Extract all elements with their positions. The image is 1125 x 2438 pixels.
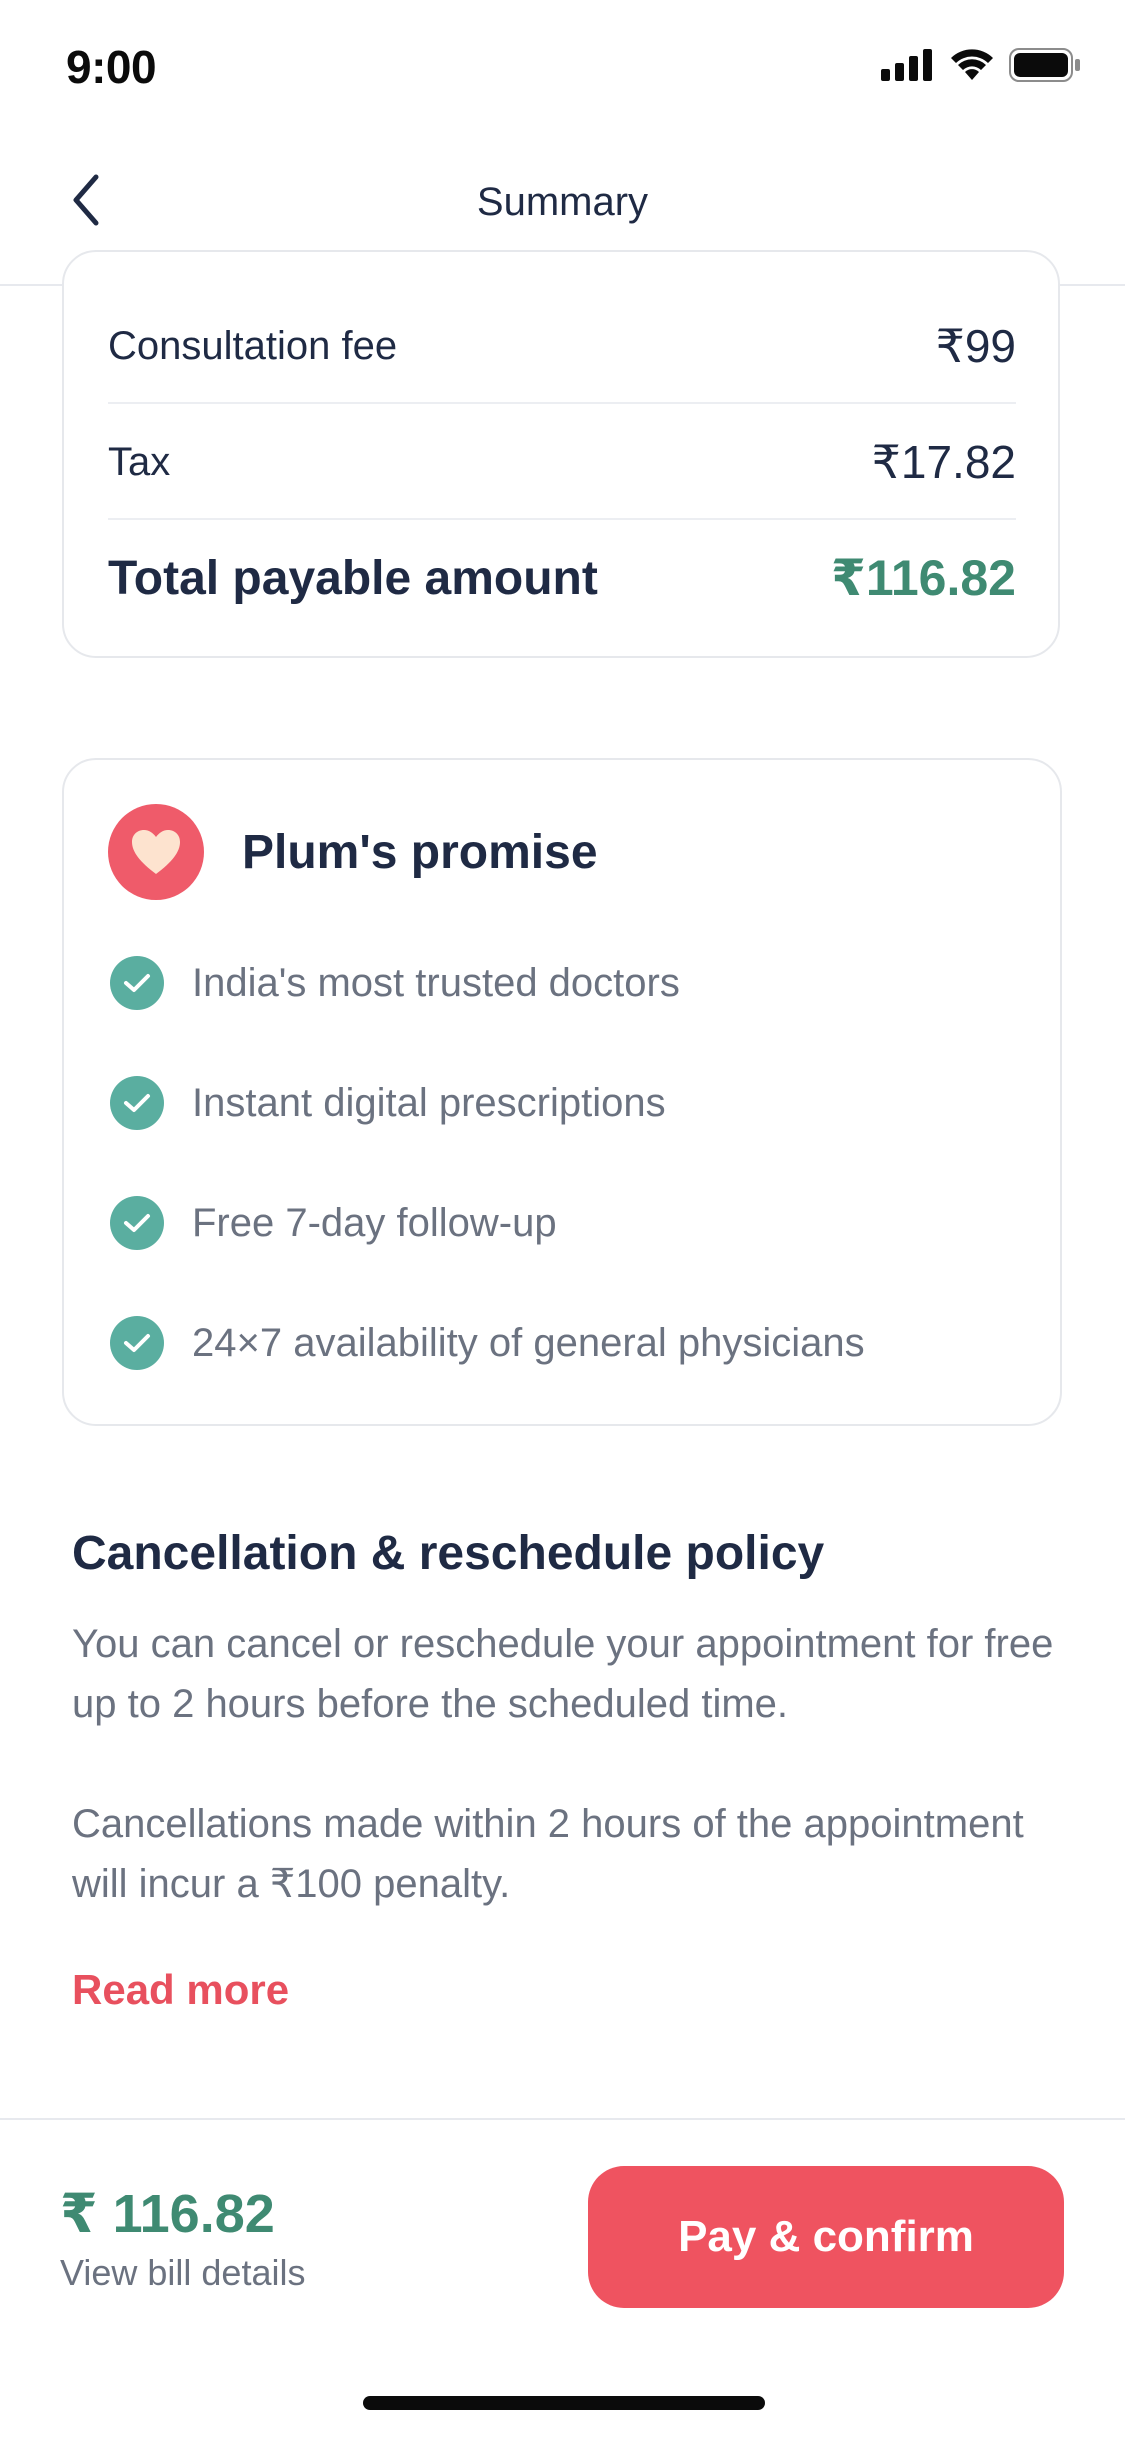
divider [108,518,1016,520]
promise-item: Free 7-day follow-up [110,1196,557,1250]
status-bar: 9:00 [0,0,1125,132]
check-circle-icon [110,956,164,1010]
promise-item: India's most trusted doctors [110,956,680,1010]
footer-total-amount: ₹ 116.82 [60,2184,275,2244]
home-indicator [363,2396,765,2410]
heart-icon [108,804,204,900]
bill-row-label: Consultation fee [108,323,398,368]
check-circle-icon [110,1076,164,1130]
bill-row-consultation-fee: Consultation fee ₹99 [108,316,1016,376]
wifi-icon [949,48,995,87]
bill-row-total: Total payable amount ₹116.82 [108,546,1016,610]
total-label: Total payable amount [108,551,598,605]
bill-row-value: ₹17.82 [871,436,1016,488]
policy-paragraph: You can cancel or reschedule your appoin… [72,1622,1054,1726]
promise-title: Plum's promise [242,825,598,879]
promise-item: Instant digital prescriptions [110,1076,666,1130]
promise-item-text: 24×7 availability of general physicians [192,1320,865,1365]
status-time: 9:00 [66,41,157,93]
check-circle-icon [110,1196,164,1250]
battery-icon [1009,48,1081,87]
pay-and-confirm-button[interactable]: Pay & confirm [588,2166,1064,2308]
view-bill-details-link[interactable]: View bill details [60,2252,305,2294]
policy-title: Cancellation & reschedule policy [72,1527,825,1580]
promise-header: Plum's promise [108,804,598,900]
promise-item-text: India's most trusted doctors [192,960,680,1005]
divider [108,402,1016,404]
bill-row-tax: Tax ₹17.82 [108,432,1016,492]
total-value: ₹116.82 [831,550,1016,606]
bill-row-value: ₹99 [935,320,1016,372]
read-more-link[interactable]: Read more [72,1966,289,2014]
cellular-signal-icon [881,49,935,86]
promise-item-text: Free 7-day follow-up [192,1200,557,1245]
status-icons [881,48,1081,87]
bill-row-label: Tax [108,439,171,484]
page-title: Summary [476,180,649,224]
check-circle-icon [110,1316,164,1370]
policy-paragraph: Cancellations made within 2 hours of the… [72,1802,1024,1906]
promise-item: 24×7 availability of general physicians [110,1316,865,1370]
promise-item-text: Instant digital prescriptions [192,1080,666,1125]
